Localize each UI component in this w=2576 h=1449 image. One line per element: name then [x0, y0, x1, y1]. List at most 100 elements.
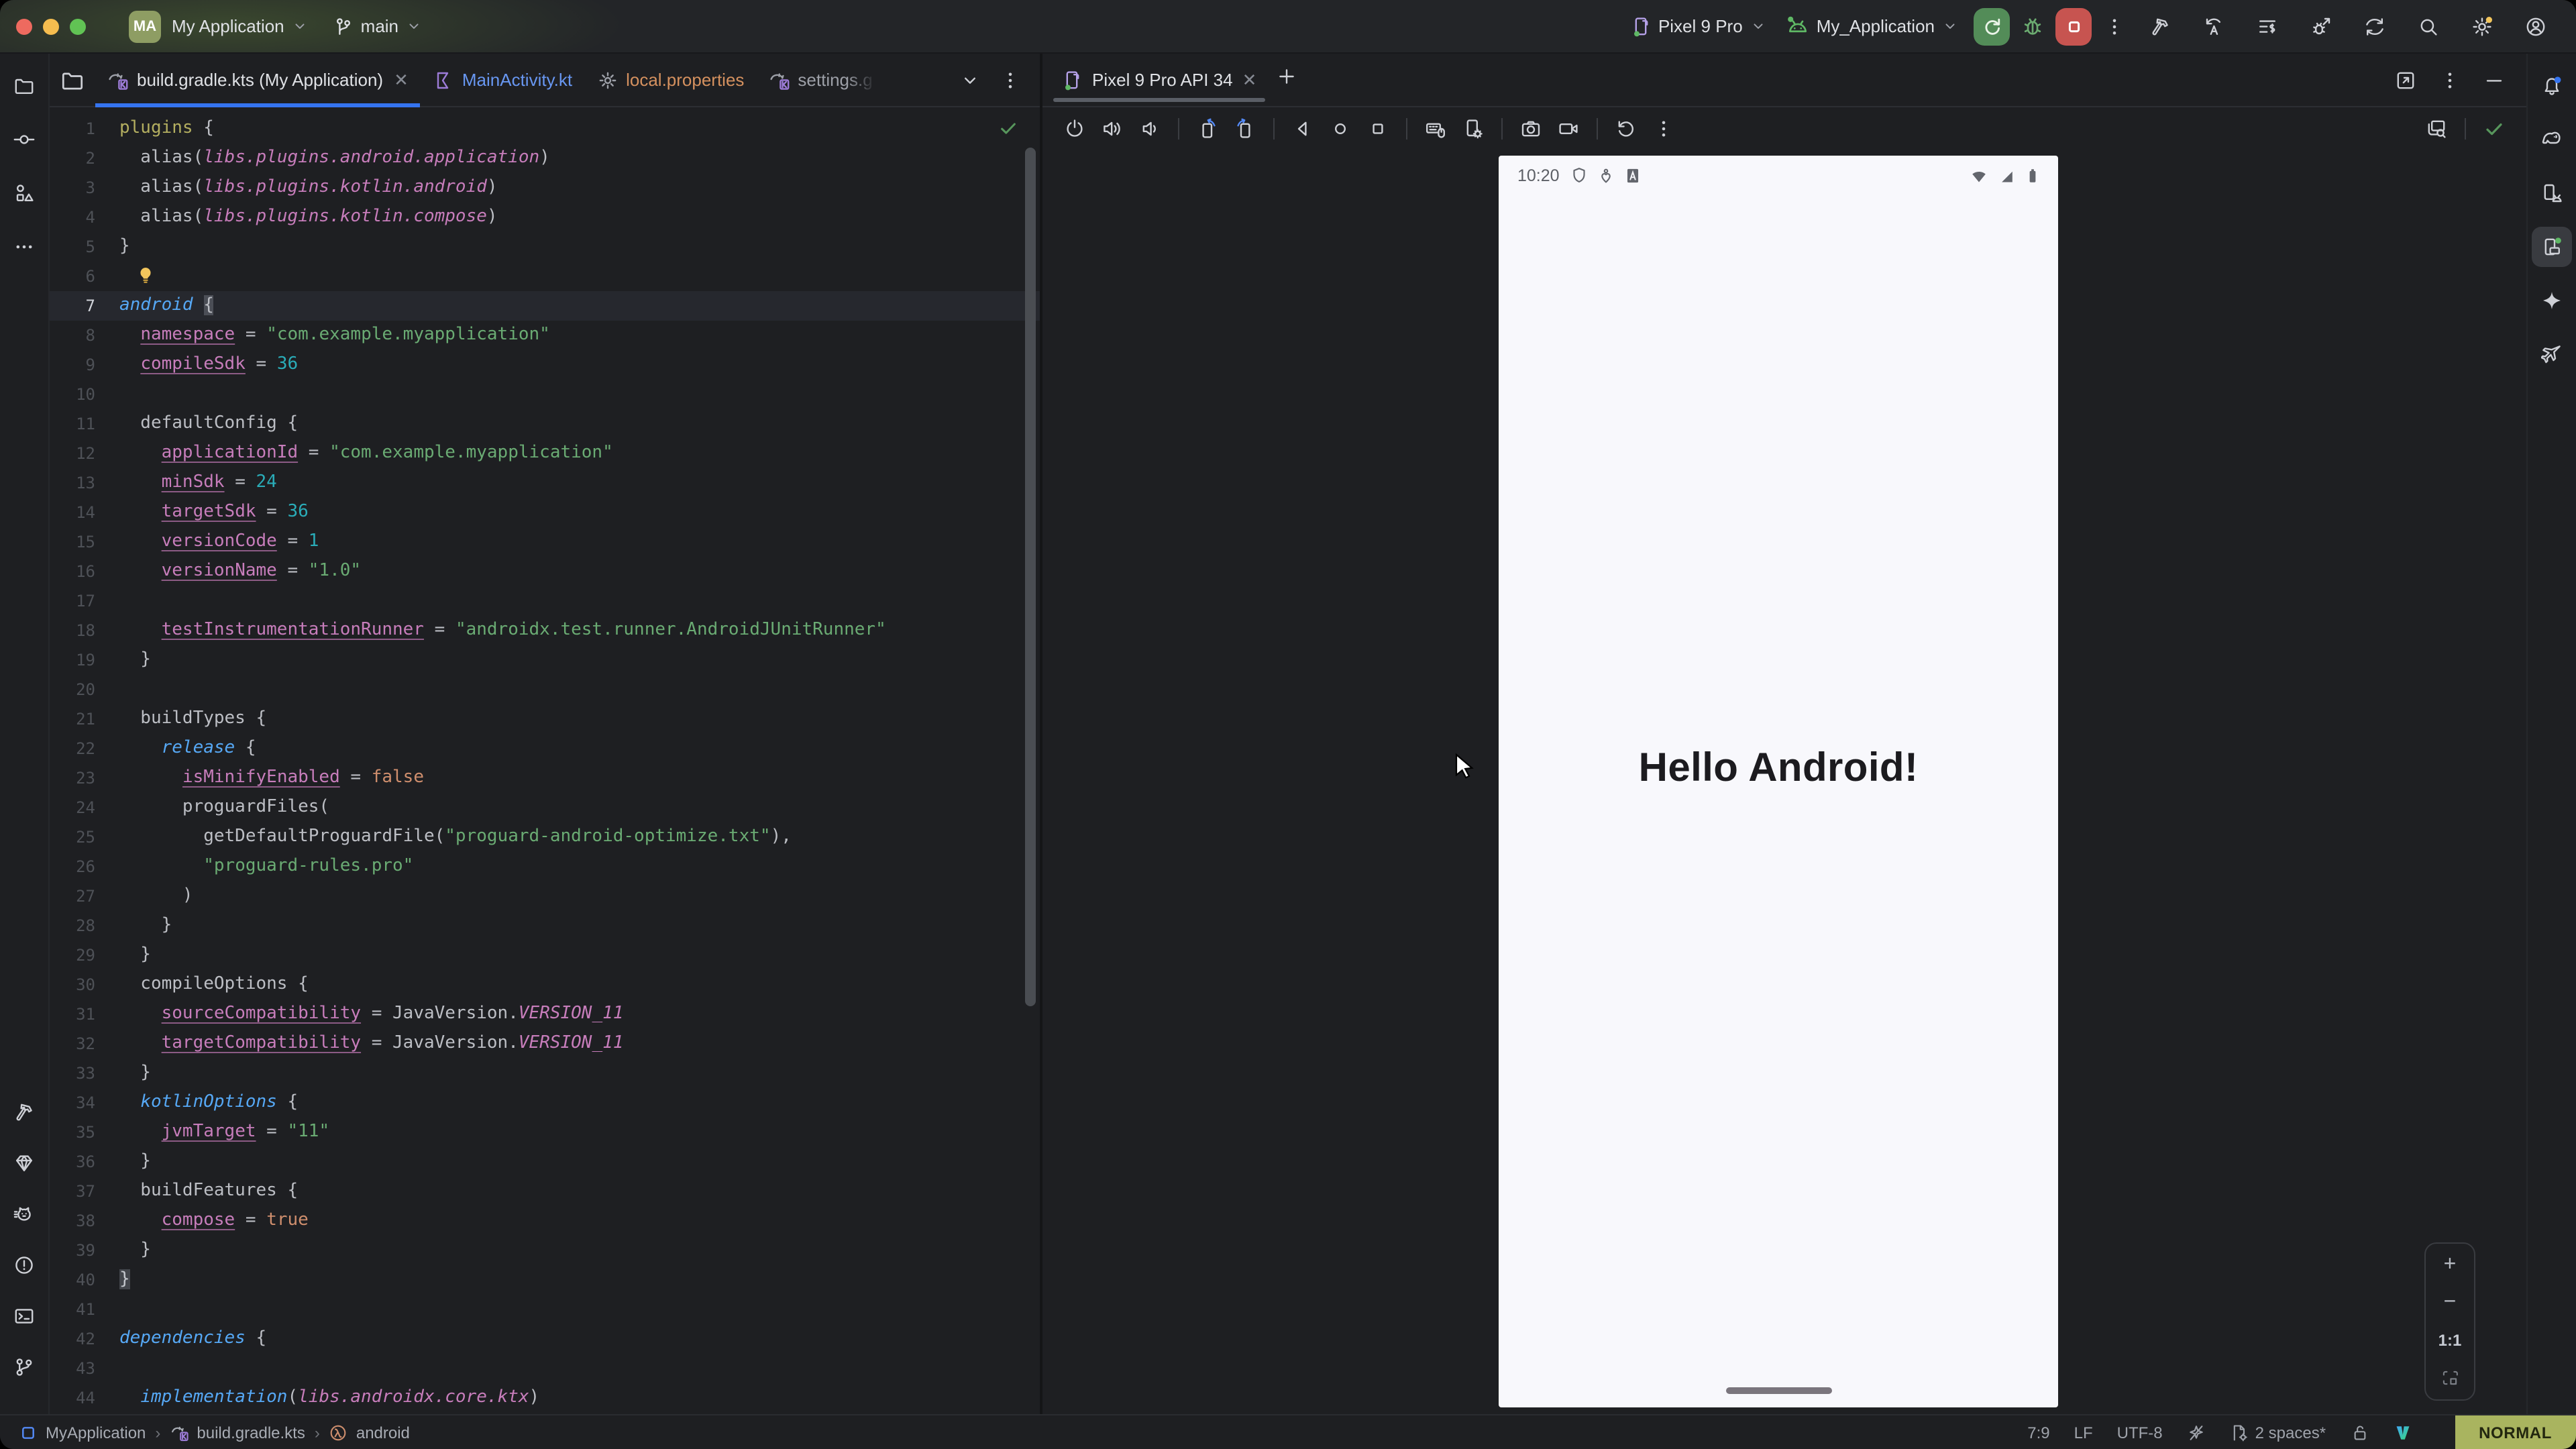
tool-stripe-gradle-button[interactable] — [2530, 113, 2573, 166]
gradle-sync-button[interactable] — [2359, 10, 2391, 42]
vim-widget[interactable] — [2393, 1423, 2412, 1442]
code-line-21[interactable]: 21 buildTypes { — [50, 704, 1040, 734]
tab-options-button[interactable] — [1000, 69, 1021, 91]
overview-button[interactable] — [1362, 113, 1394, 145]
tool-stripe-app-insights-button[interactable] — [2530, 327, 2573, 381]
caret-position-widget[interactable]: 7:9 — [2027, 1423, 2049, 1442]
device-settings-button[interactable] — [1457, 113, 1489, 145]
run-configuration-selector[interactable]: My_Application — [1786, 14, 1959, 38]
tool-stripe-app-inspection-button[interactable] — [3, 1138, 46, 1189]
code-line-37[interactable]: 37 buildFeatures { — [50, 1177, 1040, 1206]
tool-stripe-notifications-button[interactable] — [2530, 59, 2573, 113]
more-run-options-button[interactable] — [2098, 10, 2131, 42]
volume-up-button[interactable] — [1096, 113, 1128, 145]
code-line-17[interactable]: 17 — [50, 586, 1040, 616]
code-line-14[interactable]: 14 targetSdk = 36 — [50, 498, 1040, 527]
code-line-22[interactable]: 22 release { — [50, 734, 1040, 763]
zoom-window-button[interactable] — [70, 18, 86, 34]
inspections-ok-button[interactable] — [2478, 113, 2510, 145]
code-line-1[interactable]: 1plugins { — [50, 114, 1040, 144]
hidden-tabs-button[interactable] — [959, 69, 981, 91]
home-button[interactable] — [1324, 113, 1356, 145]
tool-stripe-commit-button[interactable] — [3, 113, 46, 166]
tool-stripe-version-control-button[interactable] — [3, 1342, 46, 1393]
select-opened-file-button[interactable] — [50, 54, 95, 106]
code-editor[interactable]: 1plugins {2 alias(libs.plugins.android.a… — [50, 107, 1040, 1414]
breadcrumb-item[interactable]: MyApplication — [19, 1423, 146, 1442]
tool-stripe-gemini-button[interactable] — [2530, 274, 2573, 327]
code-line-11[interactable]: 11 defaultConfig { — [50, 409, 1040, 439]
code-line-43[interactable]: 43 — [50, 1354, 1040, 1383]
settings-button[interactable] — [2466, 10, 2498, 42]
code-line-31[interactable]: 31 sourceCompatibility = JavaVersion.VER… — [50, 1000, 1040, 1029]
code-line-40[interactable]: 40} — [50, 1265, 1040, 1295]
code-line-36[interactable]: 36 } — [50, 1147, 1040, 1177]
project-selector[interactable]: My Application — [172, 16, 309, 36]
device-screen[interactable]: 10:20 Hello Android! — [1499, 156, 2058, 1407]
code-line-41[interactable]: 41 — [50, 1295, 1040, 1324]
code-line-26[interactable]: 26 "proguard-rules.pro" — [50, 852, 1040, 881]
code-line-8[interactable]: 8 namespace = "com.example.myapplication… — [50, 321, 1040, 350]
ai-assistant-status-widget[interactable] — [2187, 1423, 2206, 1442]
stop-button[interactable] — [2055, 7, 2092, 45]
device-tab[interactable]: Pixel 9 Pro API 34 ✕ — [1051, 54, 1267, 106]
branch-selector[interactable]: main — [333, 15, 423, 37]
code-line-3[interactable]: 3 alias(libs.plugins.kotlin.android) — [50, 173, 1040, 203]
code-line-44[interactable]: 44 implementation(libs.androidx.core.ktx… — [50, 1383, 1040, 1413]
readonly-toggle-widget[interactable] — [2350, 1423, 2369, 1442]
code-line-2[interactable]: 2 alias(libs.plugins.android.application… — [50, 144, 1040, 173]
encoding-widget[interactable]: UTF-8 — [2117, 1423, 2163, 1442]
minimize-window-button[interactable] — [43, 18, 59, 34]
rotate-right-button[interactable] — [1229, 113, 1261, 145]
code-line-5[interactable]: 5} — [50, 232, 1040, 262]
zoom-out-button[interactable]: − — [2444, 1293, 2457, 1312]
indent-widget[interactable]: 2 spaces* — [2230, 1423, 2326, 1442]
line-separator-widget[interactable]: LF — [2074, 1423, 2093, 1442]
code-line-39[interactable]: 39 } — [50, 1236, 1040, 1265]
breadcrumb-item[interactable]: build.gradle.kts — [170, 1423, 305, 1442]
vim-mode-badge[interactable]: NORMAL — [2455, 1415, 2576, 1449]
device-selector[interactable]: Pixel 9 Pro — [1630, 15, 1767, 37]
account-button[interactable] — [2520, 10, 2552, 42]
editor-tab-1[interactable]: build.gradle.kts (My Application)✕ — [95, 54, 421, 106]
close-device-tab-button[interactable]: ✕ — [1242, 69, 1257, 91]
code-line-27[interactable]: 27 ) — [50, 881, 1040, 911]
tool-stripe-running-devices-button[interactable] — [2530, 220, 2573, 274]
panel-options-button[interactable] — [2439, 69, 2461, 91]
fit-screen-button[interactable] — [2440, 1368, 2459, 1387]
code-line-25[interactable]: 25 getDefaultProguardFile("proguard-andr… — [50, 822, 1040, 852]
code-line-35[interactable]: 35 jvmTarget = "11" — [50, 1118, 1040, 1147]
code-line-33[interactable]: 33 } — [50, 1059, 1040, 1088]
gesture-navigation-bar[interactable] — [1725, 1387, 1831, 1394]
code-line-20[interactable]: 20 — [50, 675, 1040, 704]
profiler-button[interactable] — [2251, 10, 2284, 42]
more-vertical-button[interactable] — [1648, 113, 1680, 145]
actual-size-button[interactable]: 1:1 — [2438, 1331, 2462, 1350]
hardware-input-button[interactable] — [1419, 113, 1452, 145]
editor-tab-4[interactable]: settings.g — [756, 54, 888, 106]
add-device-button[interactable] — [1275, 66, 1297, 94]
code-line-23[interactable]: 23 isMinifyEnabled = false — [50, 763, 1040, 793]
tool-stripe-build-hammer-button[interactable] — [3, 1087, 46, 1138]
tool-stripe-device-manager-button[interactable] — [2530, 166, 2573, 220]
open-in-window-button[interactable] — [2395, 69, 2416, 91]
apply-changes-button[interactable] — [2305, 10, 2337, 42]
code-line-24[interactable]: 24 proguardFiles( — [50, 793, 1040, 822]
tool-stripe-logcat-button[interactable] — [3, 1189, 46, 1240]
screenshot-button[interactable] — [1515, 113, 1547, 145]
volume-down-button[interactable] — [1134, 113, 1166, 145]
code-line-15[interactable]: 15 versionCode = 1 — [50, 527, 1040, 557]
rerun-button[interactable] — [1974, 7, 2010, 45]
tool-stripe-more-horizontal-button[interactable] — [3, 220, 46, 274]
code-line-6[interactable]: 6 — [50, 262, 1040, 291]
rotate-left-button[interactable] — [1191, 113, 1224, 145]
close-tab-button[interactable]: ✕ — [394, 69, 409, 91]
build-button[interactable] — [2144, 10, 2176, 42]
code-line-32[interactable]: 32 targetCompatibility = JavaVersion.VER… — [50, 1029, 1040, 1059]
code-line-18[interactable]: 18 testInstrumentationRunner = "androidx… — [50, 616, 1040, 645]
code-line-9[interactable]: 9 compileSdk = 36 — [50, 350, 1040, 380]
debug-button[interactable] — [2017, 10, 2049, 42]
ui-check-button[interactable] — [2420, 113, 2453, 145]
tool-stripe-project-folder-button[interactable] — [3, 59, 46, 113]
breadcrumb-item[interactable]: android — [329, 1423, 410, 1442]
